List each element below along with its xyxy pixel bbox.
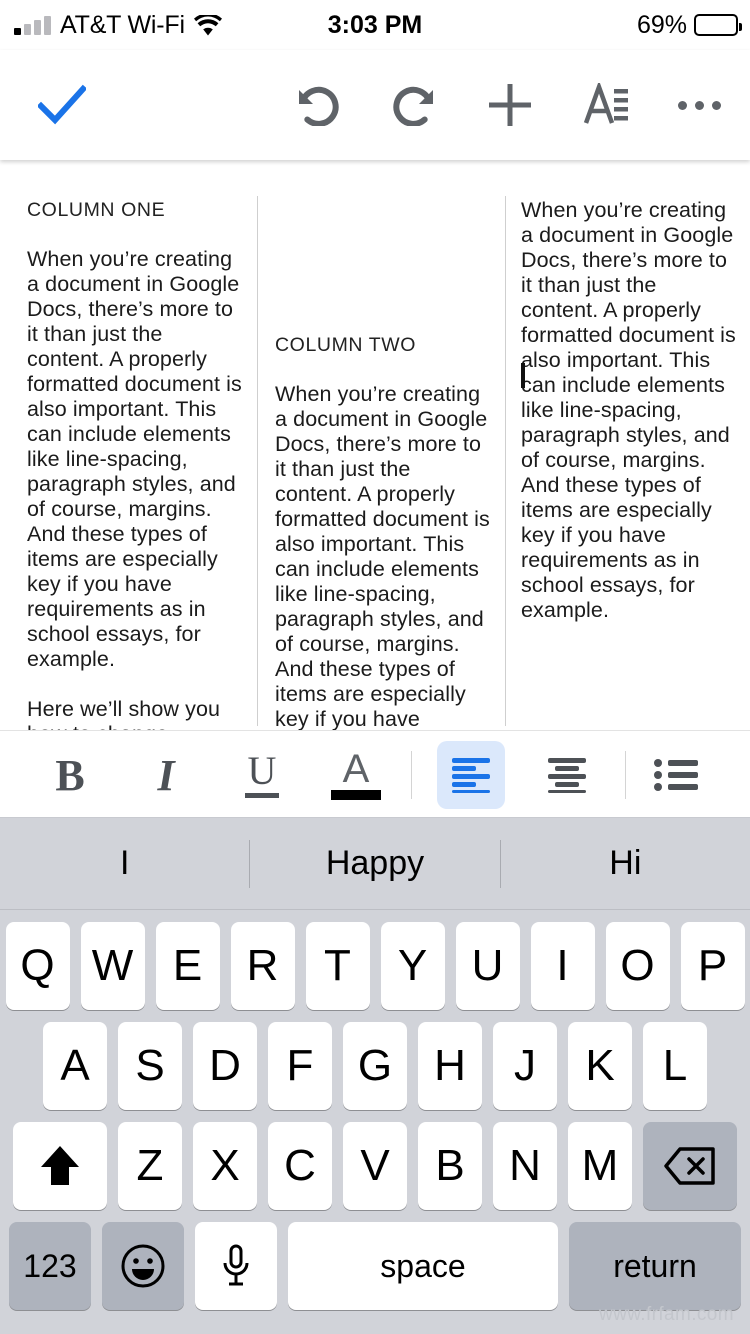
- column-one-paragraph-1: When you’re creating a document in Googl…: [27, 247, 242, 671]
- keyboard-row-3: Z X C V B N M: [0, 1110, 750, 1210]
- align-left-button[interactable]: [437, 741, 505, 809]
- backspace-key[interactable]: [643, 1122, 737, 1210]
- key-b[interactable]: B: [418, 1122, 482, 1210]
- bold-button[interactable]: B: [36, 741, 104, 809]
- key-e[interactable]: E: [155, 922, 220, 1010]
- text-color-button[interactable]: A: [322, 741, 390, 809]
- screen-root: AT&T Wi-Fi 3:03 PM 69% COLUMN ONE When y…: [0, 0, 750, 1334]
- column-divider-2: [505, 196, 506, 726]
- key-o[interactable]: O: [605, 922, 670, 1010]
- format-text-icon[interactable]: [560, 50, 652, 160]
- key-x[interactable]: X: [193, 1122, 257, 1210]
- bulleted-list-button[interactable]: [642, 741, 710, 809]
- format-separator-2: [625, 751, 626, 799]
- battery-icon: [694, 14, 742, 36]
- key-y[interactable]: Y: [380, 922, 445, 1010]
- return-key[interactable]: return: [569, 1222, 741, 1310]
- microphone-icon: [223, 1244, 249, 1286]
- key-t[interactable]: T: [305, 922, 370, 1010]
- italic-button[interactable]: I: [132, 741, 200, 809]
- emoji-key[interactable]: [102, 1222, 184, 1310]
- align-center-icon: [548, 758, 586, 793]
- numbers-key[interactable]: 123: [9, 1222, 91, 1310]
- key-g[interactable]: G: [343, 1022, 407, 1110]
- key-q[interactable]: Q: [5, 922, 70, 1010]
- text-color-icon: A: [331, 749, 381, 800]
- align-left-icon: [452, 758, 490, 793]
- key-f[interactable]: F: [268, 1022, 332, 1110]
- key-p[interactable]: P: [680, 922, 745, 1010]
- key-j[interactable]: J: [493, 1022, 557, 1110]
- align-center-button[interactable]: [533, 741, 601, 809]
- key-r[interactable]: R: [230, 922, 295, 1010]
- column-one-paragraph-2: Here we’ll show you how to change margin…: [27, 697, 221, 730]
- space-key[interactable]: space: [288, 1222, 558, 1310]
- underline-icon: U: [245, 751, 279, 798]
- format-separator-1: [411, 751, 412, 799]
- prediction-item-1[interactable]: I: [0, 844, 249, 883]
- key-m[interactable]: M: [568, 1122, 632, 1210]
- key-a[interactable]: A: [43, 1022, 107, 1110]
- key-d[interactable]: D: [193, 1022, 257, 1110]
- add-icon[interactable]: [464, 50, 556, 160]
- key-l[interactable]: L: [643, 1022, 707, 1110]
- prediction-item-3[interactable]: Hi: [501, 844, 750, 883]
- key-k[interactable]: K: [568, 1022, 632, 1110]
- backspace-icon: [664, 1147, 715, 1185]
- watermark-label: www.frfam.com: [598, 1304, 734, 1325]
- column-three-paragraph-1: When you’re creating a document in Googl…: [521, 198, 736, 622]
- battery-percent-label: 69%: [636, 10, 687, 39]
- app-toolbar: [0, 50, 750, 160]
- column-two-heading: COLUMN TWO: [275, 334, 417, 356]
- document-canvas[interactable]: COLUMN ONE When you’re creating a docume…: [0, 160, 750, 730]
- done-check-icon[interactable]: [22, 50, 102, 160]
- keyboard-row-4: 123 space return: [0, 1210, 750, 1310]
- emoji-icon: [121, 1244, 165, 1288]
- document-column-one[interactable]: COLUMN ONE When you’re creating a docume…: [27, 160, 242, 730]
- key-i[interactable]: I: [530, 922, 595, 1010]
- key-v[interactable]: V: [343, 1122, 407, 1210]
- dictation-key[interactable]: [195, 1222, 277, 1310]
- predictive-text-bar: I Happy Hi: [0, 818, 750, 910]
- key-z[interactable]: Z: [118, 1122, 182, 1210]
- column-two-paragraph-1: When you’re creating a document in Googl…: [275, 382, 490, 730]
- key-c[interactable]: C: [268, 1122, 332, 1210]
- keyboard-row-2: A S D F G H J K L: [0, 1010, 750, 1110]
- column-one-heading: COLUMN ONE: [27, 199, 166, 221]
- underline-button[interactable]: U: [228, 741, 296, 809]
- key-u[interactable]: U: [455, 922, 520, 1010]
- shift-key[interactable]: [13, 1122, 107, 1210]
- more-options-icon[interactable]: [656, 50, 742, 160]
- document-column-two[interactable]: COLUMN TWO When you’re creating a docume…: [275, 160, 490, 730]
- key-s[interactable]: S: [118, 1022, 182, 1110]
- format-toolbar: B I U A: [0, 730, 750, 818]
- key-h[interactable]: H: [418, 1022, 482, 1110]
- keyboard-row-1: Q W E R T Y U I O P: [0, 910, 750, 1010]
- status-bar-right: 69%: [636, 10, 742, 40]
- bulleted-list-icon: [654, 759, 698, 791]
- redo-icon[interactable]: [368, 50, 460, 160]
- key-n[interactable]: N: [493, 1122, 557, 1210]
- key-w[interactable]: W: [80, 922, 145, 1010]
- shift-icon: [41, 1146, 79, 1185]
- ios-keyboard: I Happy Hi Q W E R T Y U I O P A S D F G…: [0, 818, 750, 1334]
- prediction-item-2[interactable]: Happy: [250, 844, 499, 883]
- status-bar: AT&T Wi-Fi 3:03 PM 69%: [0, 0, 750, 50]
- undo-icon[interactable]: [272, 50, 364, 160]
- column-divider-1: [257, 196, 258, 726]
- text-cursor: [521, 363, 525, 388]
- document-column-three[interactable]: When you’re creating a document in Googl…: [521, 160, 736, 648]
